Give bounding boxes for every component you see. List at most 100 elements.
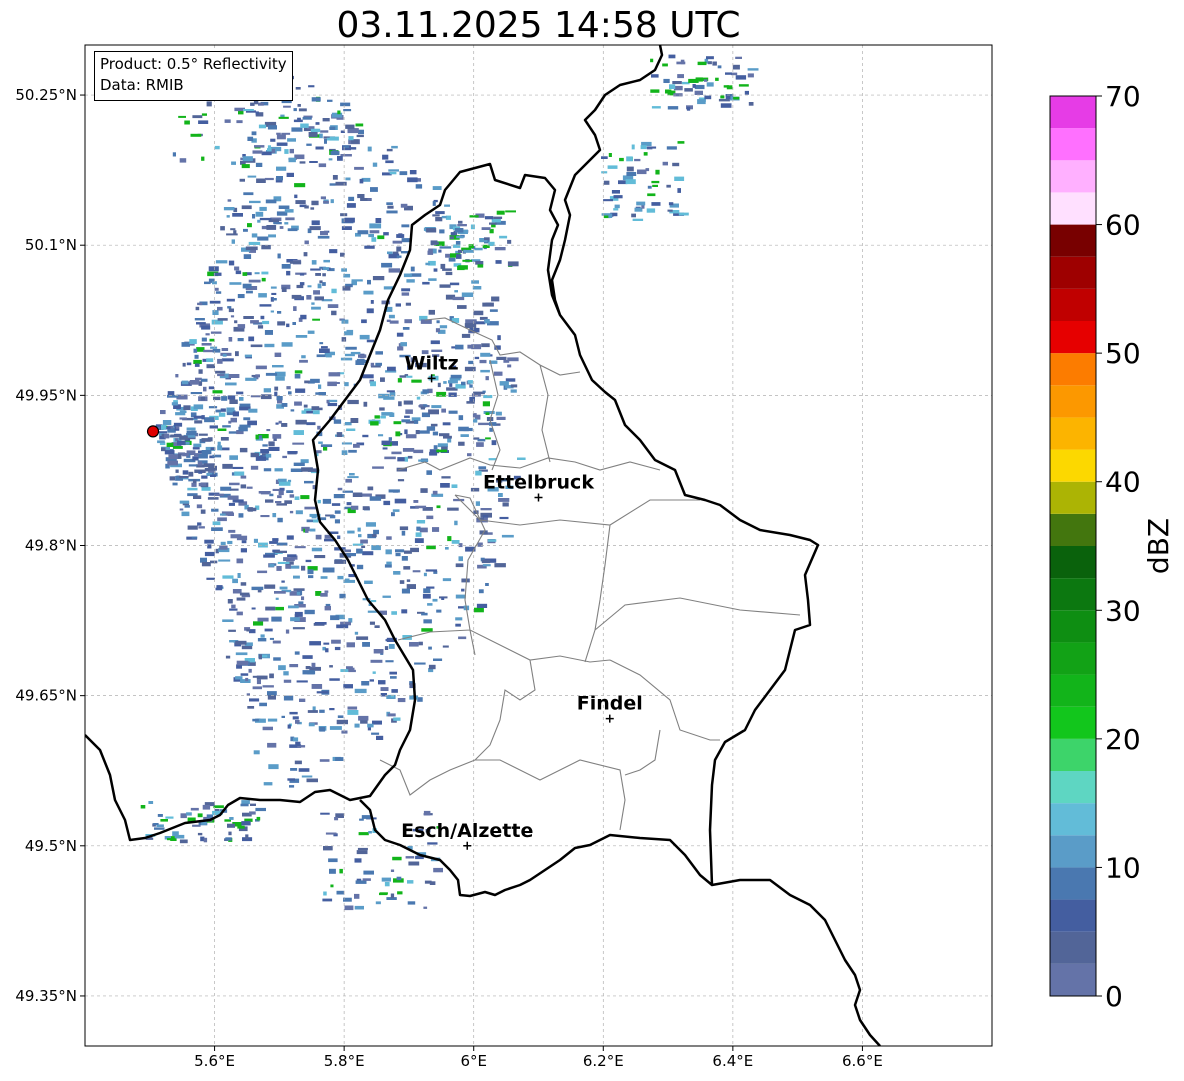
radar-echo xyxy=(272,298,277,301)
radar-echo xyxy=(218,559,231,562)
radar-echo xyxy=(328,372,341,377)
radar-echo xyxy=(234,266,240,271)
radar-echo xyxy=(369,679,374,682)
radar-echo xyxy=(270,286,277,289)
radar-echo xyxy=(443,381,447,384)
city-marker xyxy=(534,493,543,502)
radar-echo xyxy=(374,415,380,419)
radar-echo xyxy=(329,678,340,681)
radar-echo xyxy=(164,433,170,439)
radar-echo xyxy=(370,659,383,663)
radar-echo xyxy=(614,204,620,209)
radar-echo xyxy=(370,187,378,192)
radar-echo xyxy=(232,578,238,584)
y-tick-label: 49.95°N xyxy=(15,386,77,404)
colorbar-segment xyxy=(1050,417,1096,450)
radar-echo xyxy=(300,123,309,128)
radar-echo xyxy=(208,266,219,272)
radar-echo xyxy=(401,292,410,296)
radar-echo xyxy=(662,161,668,166)
radar-echo xyxy=(171,402,178,406)
radar-echo xyxy=(410,273,422,277)
radar-echo xyxy=(255,374,260,378)
radar-echo xyxy=(458,636,467,640)
radar-echo xyxy=(204,417,215,423)
radar-echo xyxy=(236,558,244,564)
radar-echo xyxy=(246,290,253,294)
radar-echo xyxy=(248,408,258,413)
radar-echo xyxy=(401,588,410,594)
radar-echo xyxy=(447,536,452,542)
radar-echo xyxy=(443,435,452,439)
radar-echo xyxy=(441,408,446,413)
radar-echo xyxy=(362,506,370,511)
radar-echo xyxy=(328,399,338,403)
radar-echo xyxy=(275,550,287,553)
radar-echo xyxy=(239,592,250,596)
radar-echo xyxy=(367,279,371,285)
radar-echo xyxy=(364,580,373,584)
radar-echo xyxy=(277,321,286,326)
radar-echo xyxy=(170,434,182,438)
radar-echo xyxy=(209,300,221,304)
radar-echo xyxy=(359,334,370,340)
radar-echo xyxy=(324,138,327,144)
radar-echo xyxy=(650,58,654,63)
radar-echo xyxy=(237,294,245,299)
radar-echo xyxy=(626,156,633,162)
radar-echo xyxy=(244,354,252,358)
radar-echo xyxy=(296,592,300,595)
radar-echo xyxy=(507,364,512,368)
radar-echo xyxy=(461,588,465,592)
y-tick-label: 49.35°N xyxy=(15,987,77,1005)
radar-echo xyxy=(275,606,284,611)
radar-echo xyxy=(379,892,388,895)
radar-echo xyxy=(297,117,301,122)
radar-echo xyxy=(517,457,526,460)
radar-echo xyxy=(498,493,503,497)
radar-echo xyxy=(306,295,312,300)
radar-echo xyxy=(279,586,288,590)
radar-echo xyxy=(308,132,318,137)
radar-echo xyxy=(672,81,682,85)
radar-echo xyxy=(385,160,394,164)
radar-echo xyxy=(386,210,398,214)
radar-echo xyxy=(733,96,740,100)
colorbar-segment xyxy=(1050,803,1096,836)
radar-echo xyxy=(667,106,679,110)
radar-echo xyxy=(646,146,657,149)
radar-echo xyxy=(467,344,479,349)
radar-echo xyxy=(317,283,322,289)
radar-echo xyxy=(354,631,359,635)
radar-echo xyxy=(457,224,467,227)
radar-echo xyxy=(655,169,660,175)
radar-echo xyxy=(286,172,294,177)
radar-echo xyxy=(212,348,221,353)
radar-echo xyxy=(198,461,203,466)
radar-echo xyxy=(258,542,268,548)
radar-echo xyxy=(381,262,393,268)
y-tick-label: 49.5°N xyxy=(25,837,77,855)
radar-echo xyxy=(232,213,243,217)
radar-echo xyxy=(414,538,424,543)
radar-echo xyxy=(189,380,200,385)
radar-echo xyxy=(455,617,463,621)
radar-echo xyxy=(227,495,239,500)
radar-echo xyxy=(398,401,402,407)
radar-echo xyxy=(352,492,363,497)
radar-echo xyxy=(403,566,411,570)
radar-echo xyxy=(277,495,282,499)
radar-echo xyxy=(420,488,428,493)
radar-echo xyxy=(323,891,327,896)
radar-echo xyxy=(423,619,432,624)
radar-echo xyxy=(306,422,316,426)
radar-echo xyxy=(286,535,294,540)
radar-echo xyxy=(320,196,326,200)
radar-echo xyxy=(474,356,480,360)
radar-echo xyxy=(292,442,305,445)
radar-echo xyxy=(718,98,730,102)
radar-echo xyxy=(603,180,610,185)
radar-echo xyxy=(404,319,412,324)
radar-echo xyxy=(276,503,287,506)
radar-echo xyxy=(277,517,283,523)
